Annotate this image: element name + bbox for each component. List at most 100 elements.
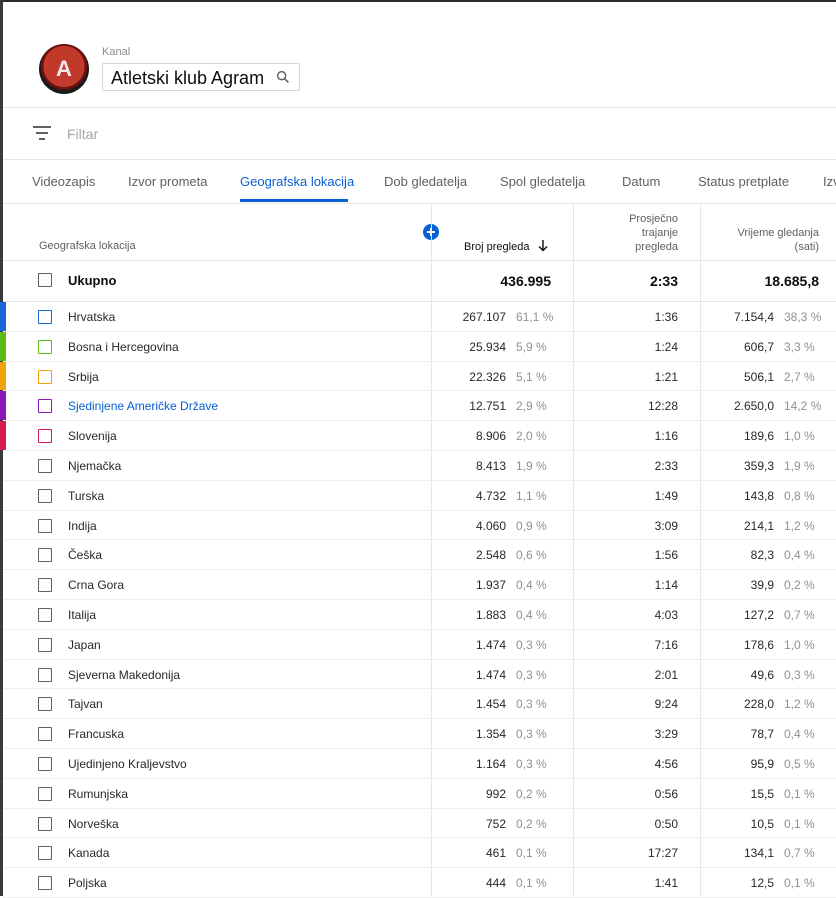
views-percent: 0,3 % (516, 667, 547, 682)
views-value: 1.454 (475, 697, 506, 712)
views-percent: 5,1 % (516, 369, 547, 384)
views-value: 1.474 (475, 667, 506, 682)
views-value: 22.326 (469, 369, 506, 384)
table-row[interactable]: Italija 1.883 0,4 % 4:03 127,2 0,7 % (3, 600, 836, 630)
row-checkbox[interactable] (38, 727, 52, 742)
channel-selector[interactable]: Atletski klub Agram (102, 63, 300, 91)
row-checkbox[interactable] (38, 429, 52, 444)
views-percent: 0,3 % (516, 727, 547, 742)
watch-time-value: 143,8 (743, 488, 774, 503)
country-name: Bosna i Hercegovina (68, 339, 179, 354)
table-row[interactable]: Norveška 752 0,2 % 0:50 10,5 0,1 % (3, 809, 836, 839)
table-row[interactable]: Njemačka 8.413 1,9 % 2:33 359,3 1,9 % (3, 451, 836, 481)
row-checkbox[interactable] (38, 488, 52, 503)
table-row[interactable]: Japan 1.474 0,3 % 7:16 178,6 1,0 % (3, 630, 836, 660)
row-checkbox[interactable] (38, 518, 52, 533)
column-header-views[interactable]: Broj pregleda (464, 241, 529, 253)
tab-subscription-status[interactable]: Status pretplate (698, 174, 789, 189)
table-row[interactable]: Slovenija 8.906 2,0 % 1:16 189,6 1,0 % (0, 421, 836, 451)
filter-input[interactable]: Filtar (67, 126, 98, 142)
table-row[interactable]: Kanada 461 0,1 % 17:27 134,1 0,7 % (3, 838, 836, 869)
row-checkbox[interactable] (38, 637, 52, 652)
country-name: Kanada (68, 846, 110, 861)
row-checkbox[interactable] (38, 607, 52, 622)
tab-geography[interactable]: Geografska lokacija (240, 174, 354, 189)
views-percent: 61,1 % (516, 310, 554, 324)
table-row[interactable]: Sjedinjene Američke Države 12.751 2,9 % 12:… (0, 391, 836, 422)
row-checkbox[interactable] (38, 458, 52, 473)
views-percent: 2,0 % (516, 429, 547, 444)
views-value: 2.548 (475, 548, 506, 563)
table-row[interactable]: Srbija 22.326 5,1 % 1:21 506,1 2,7 % (0, 361, 836, 392)
row-checkbox[interactable] (38, 399, 52, 414)
views-percent: 0,3 % (516, 637, 547, 652)
tab-viewer-gender[interactable]: Spol gledatelja (500, 174, 585, 189)
channel-avatar[interactable]: A (39, 44, 89, 94)
filter-bar[interactable]: Filtar (3, 108, 836, 160)
column-header-avg-duration[interactable]: Prosječno trajanje pregleda (579, 212, 678, 254)
table-row[interactable]: Tajvan 1.454 0,3 % 9:24 228,0 1,2 % (3, 689, 836, 720)
watch-time-percent: 0,3 % (784, 667, 815, 682)
filter-icon[interactable] (33, 126, 51, 140)
row-checkbox[interactable] (38, 339, 52, 354)
country-name: Rumunjska (68, 786, 129, 801)
sort-arrow-down-icon[interactable] (538, 240, 548, 252)
watch-time-percent: 0,5 % (784, 756, 815, 771)
watch-time-percent: 2,7 % (784, 369, 815, 384)
row-checkbox[interactable] (38, 816, 52, 831)
search-icon[interactable] (275, 69, 291, 85)
row-checkbox[interactable] (38, 786, 52, 801)
watch-time-percent: 14,2 % (784, 399, 822, 414)
row-checkbox[interactable] (38, 548, 52, 563)
tab-more[interactable]: Izv (823, 174, 836, 189)
table-row[interactable]: Indija 4.060 0,9 % 3:09 214,1 1,2 % (3, 511, 836, 541)
avg-duration-value: 1:56 (654, 548, 678, 563)
country-name: Ujedinjeno Kraljevstvo (68, 756, 187, 771)
total-checkbox[interactable] (38, 273, 52, 287)
column-header-watch-time[interactable]: Vrijeme gledanja (sati) (701, 226, 819, 254)
country-name: Sjeverna Makedonija (68, 667, 181, 682)
table-row[interactable]: Hrvatska 267.107 61,1 % 1:36 7.154,4 38,3 % (0, 302, 836, 332)
active-tab-indicator (240, 199, 348, 202)
row-checkbox[interactable] (38, 667, 52, 682)
row-checkbox[interactable] (38, 756, 52, 771)
watch-time-value: 189,6 (743, 429, 774, 444)
table-row[interactable]: Turska 4.732 1,1 % 1:49 143,8 0,8 % (3, 481, 836, 511)
row-checkbox[interactable] (38, 697, 52, 712)
series-color-stripe (0, 302, 6, 331)
table-row[interactable]: Rumunjska 992 0,2 % 0:56 15,5 0,1 % (3, 779, 836, 809)
table-row[interactable]: Češka 2.548 0,6 % 1:56 82,3 0,4 % (3, 540, 836, 571)
watch-time-percent: 1,2 % (784, 697, 815, 712)
channel-name: Atletski klub Agram (111, 68, 265, 88)
row-checkbox[interactable] (38, 578, 52, 593)
row-checkbox[interactable] (38, 876, 52, 891)
row-checkbox[interactable] (38, 369, 52, 384)
table-row[interactable]: Poljska 444 0,1 % 1:41 12,5 0,1 % (3, 868, 836, 898)
table-row[interactable]: Ujedinjeno Kraljevstvo 1.164 0,3 % 4:56 95,9… (3, 749, 836, 779)
table-row[interactable]: Sjeverna Makedonija 1.474 0,3 % 2:01 49,6 0,3… (3, 660, 836, 690)
avg-duration-value: 1:24 (654, 339, 678, 354)
watch-time-value: 15,5 (750, 786, 774, 801)
tab-date[interactable]: Datum (622, 174, 660, 189)
country-name[interactable]: Sjedinjene Američke Države (68, 399, 218, 413)
watch-time-value: 178,6 (743, 637, 774, 652)
table-row[interactable]: Francuska 1.354 0,3 % 3:29 78,7 0,4 % (3, 719, 836, 749)
table-row[interactable]: Crna Gora 1.937 0,4 % 1:14 39,9 0,2 % (3, 570, 836, 600)
tab-viewer-age[interactable]: Dob gledatelja (384, 174, 467, 189)
country-name: Slovenija (68, 429, 117, 444)
country-name: Turska (68, 488, 105, 503)
tab-traffic-source[interactable]: Izvor prometa (128, 174, 207, 189)
tab-video[interactable]: Videozapis (32, 174, 95, 189)
row-checkbox[interactable] (38, 846, 52, 861)
row-checkbox[interactable] (38, 310, 52, 324)
views-percent: 0,6 % (516, 548, 547, 563)
column-header-location[interactable]: Geografska lokacija (39, 240, 136, 252)
country-name: Japan (68, 637, 101, 652)
views-value: 1.474 (475, 637, 506, 652)
country-name: Poljska (68, 876, 107, 891)
watch-time-percent: 0,1 % (784, 786, 815, 801)
watch-time-percent: 0,4 % (784, 548, 815, 563)
table-row[interactable]: Bosna i Hercegovina 25.934 5,9 % 1:24 606,7 3… (0, 331, 836, 362)
watch-time-value: 49,6 (750, 667, 774, 682)
views-value: 25.934 (469, 339, 506, 354)
